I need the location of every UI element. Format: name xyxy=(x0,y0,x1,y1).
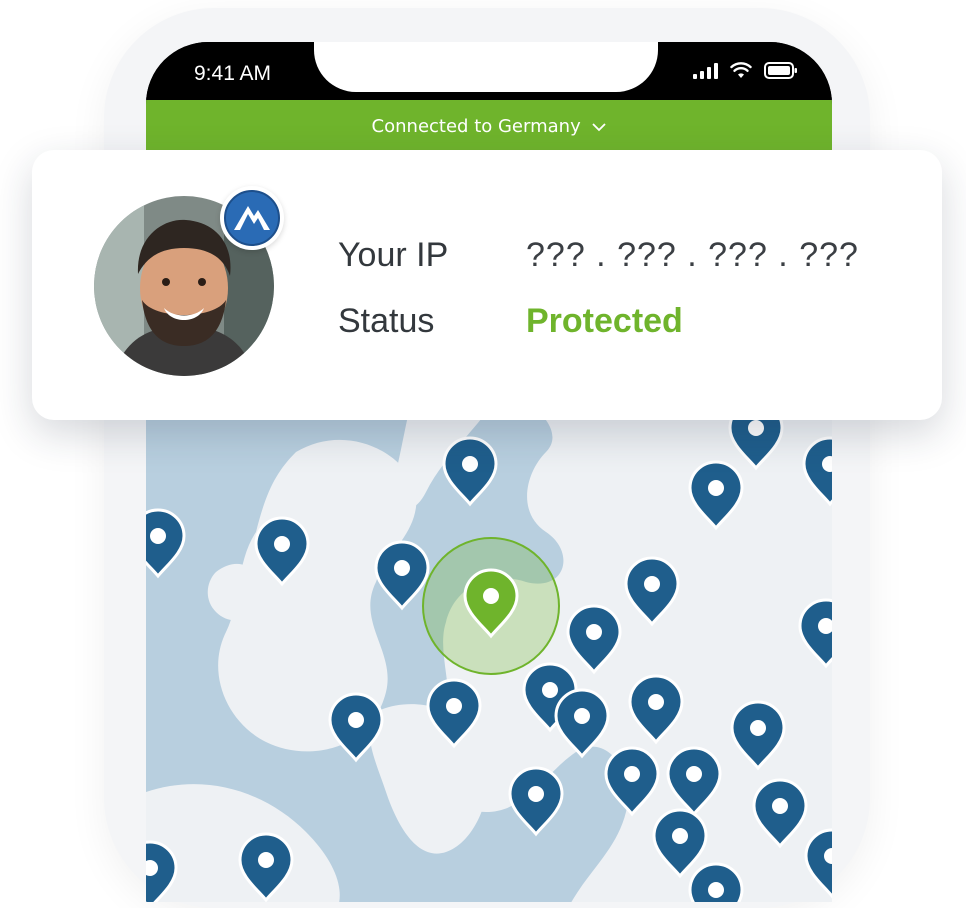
status-label: Status xyxy=(338,302,435,340)
ip-value: ??? . ??? . ??? . ??? xyxy=(526,236,859,274)
status-bar: 9:41 AM xyxy=(146,42,832,100)
notch xyxy=(314,42,658,92)
connection-status-text: Connected to Germany xyxy=(371,116,581,137)
battery-icon xyxy=(764,62,798,79)
wifi-icon xyxy=(730,62,752,79)
ip-status-card: Your IP ??? . ??? . ??? . ??? Status Pro… xyxy=(32,150,942,420)
server-pin[interactable] xyxy=(688,862,744,902)
status-icons xyxy=(693,62,798,79)
clock: 9:41 AM xyxy=(194,62,272,85)
ip-label: Your IP xyxy=(338,236,449,274)
status-value: Protected xyxy=(526,302,683,340)
chevron-down-icon xyxy=(592,101,607,155)
mountain-logo-icon xyxy=(220,186,284,250)
connection-banner[interactable]: Connected to Germany xyxy=(146,100,832,152)
signal-icon xyxy=(693,63,718,79)
